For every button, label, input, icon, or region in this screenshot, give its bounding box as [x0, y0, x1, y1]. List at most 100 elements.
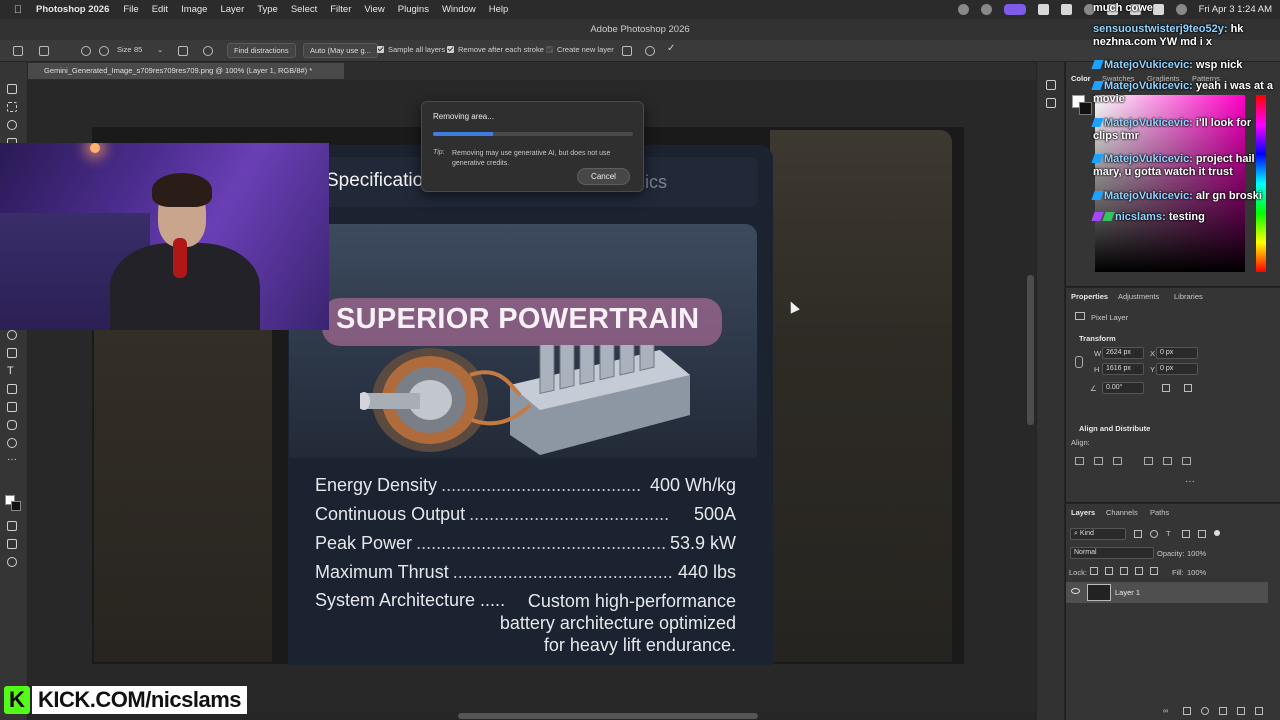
rectangle-tool-icon[interactable]: [7, 402, 20, 414]
remove-after-stroke-checkbox[interactable]: Remove after each stroke: [447, 45, 544, 54]
x-field[interactable]: 0 px: [1156, 347, 1198, 359]
filter-type-icon[interactable]: T: [1166, 529, 1171, 538]
adjustment-layer-icon[interactable]: [1201, 707, 1209, 715]
size-dropdown-chevron-icon[interactable]: ⌄: [157, 45, 163, 54]
mode-select[interactable]: Auto (May use g...: [303, 43, 378, 58]
tab-layers[interactable]: Layers: [1071, 508, 1095, 517]
vertical-scroll-thumb[interactable]: [1027, 275, 1034, 425]
zoom-tool-icon[interactable]: [7, 438, 20, 450]
dodge-tool-icon[interactable]: [7, 330, 20, 342]
menu-type[interactable]: Type: [257, 4, 278, 15]
menu-view[interactable]: View: [364, 4, 384, 15]
commit-check-icon[interactable]: ✓: [667, 43, 675, 54]
align-middle-icon[interactable]: [1163, 457, 1172, 465]
horizontal-scroll-thumb[interactable]: [458, 713, 758, 719]
type-tool-icon[interactable]: T: [7, 366, 20, 378]
flip-vertical-icon[interactable]: [1184, 384, 1192, 392]
align-center-icon[interactable]: [1094, 457, 1103, 465]
feedback-icon[interactable]: [622, 46, 632, 56]
tab-properties[interactable]: Properties: [1071, 292, 1108, 301]
more-options-icon[interactable]: ···: [1185, 476, 1195, 487]
comments-icon[interactable]: [1046, 98, 1056, 108]
layer-kind-filter[interactable]: ⌕ Kind: [1070, 528, 1126, 540]
sample-all-layers-checkbox[interactable]: Sample all layers: [377, 45, 445, 54]
align-section-label[interactable]: Align and Distribute: [1079, 424, 1150, 433]
more-tools-icon[interactable]: ···: [7, 455, 20, 468]
tab-channels[interactable]: Channels: [1106, 508, 1138, 517]
background-color-swatch[interactable]: [11, 501, 21, 511]
menu-window[interactable]: Window: [442, 4, 476, 15]
tab-paths[interactable]: Paths: [1150, 508, 1169, 517]
menu-file[interactable]: File: [123, 4, 138, 15]
apple-menu-icon[interactable]: : [0, 4, 36, 16]
menu-help[interactable]: Help: [489, 4, 509, 15]
remove-tool-icon[interactable]: [39, 46, 49, 56]
create-new-layer-checkbox[interactable]: Create new layer: [546, 45, 614, 54]
flip-horizontal-icon[interactable]: [1162, 384, 1170, 392]
tab-libraries[interactable]: Libraries: [1174, 292, 1203, 301]
visibility-eye-icon[interactable]: [1071, 588, 1080, 594]
lock-transparent-icon[interactable]: [1090, 567, 1098, 575]
lock-all-icon[interactable]: [1150, 567, 1158, 575]
history-icon[interactable]: [1046, 80, 1056, 90]
cancel-button[interactable]: Cancel: [577, 168, 630, 185]
width-field[interactable]: 2624 px: [1102, 347, 1144, 359]
document-tab[interactable]: Gemini_Generated_Image_s709res709res709.…: [28, 63, 344, 79]
align-left-icon[interactable]: [1075, 457, 1084, 465]
blend-mode-select[interactable]: Normal: [1070, 547, 1154, 559]
link-layers-icon[interactable]: ∞: [1163, 706, 1168, 715]
lock-position-icon[interactable]: [1120, 567, 1128, 575]
filter-pixel-icon[interactable]: [1134, 530, 1142, 538]
filter-toggle-icon[interactable]: [1214, 530, 1220, 536]
height-field[interactable]: 1616 px: [1102, 363, 1144, 375]
transform-section-label[interactable]: Transform: [1079, 334, 1116, 343]
lasso-tool-icon[interactable]: [7, 120, 20, 132]
marquee-tool-icon[interactable]: [7, 102, 20, 114]
path-select-tool-icon[interactable]: [7, 384, 20, 396]
move-tool-icon[interactable]: [7, 84, 20, 96]
filter-smart-object-icon[interactable]: [1198, 530, 1206, 538]
filter-shape-icon[interactable]: [1182, 530, 1190, 538]
brightness-icon[interactable]: [1037, 4, 1049, 15]
creative-cloud-icon[interactable]: [980, 4, 992, 15]
align-top-icon[interactable]: [1144, 457, 1153, 465]
app-menu[interactable]: Photoshop 2026: [36, 4, 109, 15]
pen-tool-icon[interactable]: [7, 348, 20, 360]
filter-adjustment-icon[interactable]: [1150, 530, 1158, 538]
layer-name[interactable]: Layer 1: [1115, 588, 1140, 597]
hand-tool-icon[interactable]: [7, 420, 20, 432]
layer-thumbnail[interactable]: [1087, 584, 1111, 601]
subtract-brush-icon[interactable]: [99, 46, 109, 56]
screen-mode-icon[interactable]: [7, 539, 20, 551]
pressure-icon[interactable]: [178, 46, 188, 56]
menu-filter[interactable]: Filter: [330, 4, 351, 15]
angle-field[interactable]: 0.00°: [1102, 382, 1144, 394]
menu-select[interactable]: Select: [291, 4, 317, 15]
fill-value[interactable]: 100%: [1187, 568, 1206, 577]
screen-share-icon[interactable]: [1003, 4, 1026, 15]
tab-adjustments[interactable]: Adjustments: [1118, 292, 1159, 301]
menu-image[interactable]: Image: [181, 4, 207, 15]
quick-mask-icon[interactable]: [7, 521, 20, 533]
trash-icon[interactable]: [1255, 707, 1263, 715]
record-icon[interactable]: [957, 4, 969, 15]
edit-toolbar-icon[interactable]: [7, 557, 20, 569]
menu-layer[interactable]: Layer: [220, 4, 244, 15]
tab-color[interactable]: Color: [1071, 74, 1091, 83]
find-distractions-button[interactable]: Find distractions: [227, 43, 296, 58]
group-folder-icon[interactable]: [1219, 707, 1227, 715]
game-controller-icon[interactable]: [1060, 4, 1072, 15]
link-dimensions-icon[interactable]: [1075, 356, 1083, 368]
home-icon[interactable]: [13, 46, 23, 56]
lock-artboard-icon[interactable]: [1135, 567, 1143, 575]
settings-gear-icon[interactable]: [203, 46, 213, 56]
add-brush-icon[interactable]: [81, 46, 91, 56]
menu-edit[interactable]: Edit: [152, 4, 168, 15]
menu-plugins[interactable]: Plugins: [398, 4, 429, 15]
layer-mask-icon[interactable]: [1183, 707, 1191, 715]
align-bottom-icon[interactable]: [1182, 457, 1191, 465]
size-value[interactable]: 85: [134, 45, 142, 54]
y-field[interactable]: 0 px: [1156, 363, 1198, 375]
align-right-icon[interactable]: [1113, 457, 1122, 465]
opacity-value[interactable]: 100%: [1187, 549, 1206, 558]
